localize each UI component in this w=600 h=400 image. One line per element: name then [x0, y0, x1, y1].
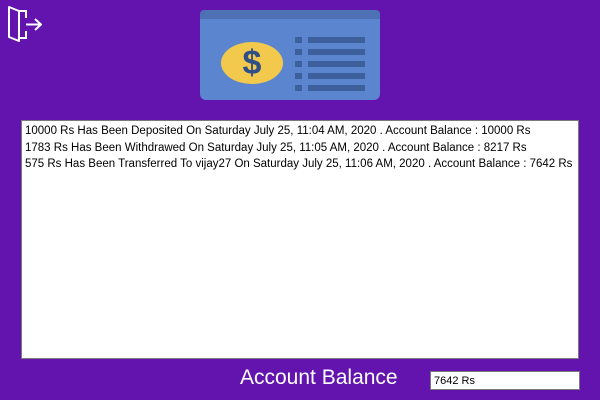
dollar-sign: $: [243, 44, 262, 82]
transaction-item: 575 Rs Has Been Transferred To vijay27 O…: [25, 158, 573, 170]
exit-button[interactable]: [5, 5, 43, 43]
app-window: $ 10000 Rs Has Been Deposited On Saturda…: [0, 0, 600, 400]
transaction-item: 10000 Rs Has Been Deposited On Saturday …: [25, 125, 531, 137]
transaction-history-list[interactable]: 10000 Rs Has Been Deposited On Saturday …: [21, 120, 579, 359]
account-balance-field[interactable]: [430, 371, 580, 390]
transaction-item: 1783 Rs Has Been Withdrawed On Saturday …: [25, 141, 527, 154]
account-balance-label: Account Balance: [240, 366, 398, 389]
money-card-illustration: $: [200, 10, 380, 100]
money-card-icon: $: [200, 10, 380, 100]
exit-door-icon: [8, 6, 42, 42]
